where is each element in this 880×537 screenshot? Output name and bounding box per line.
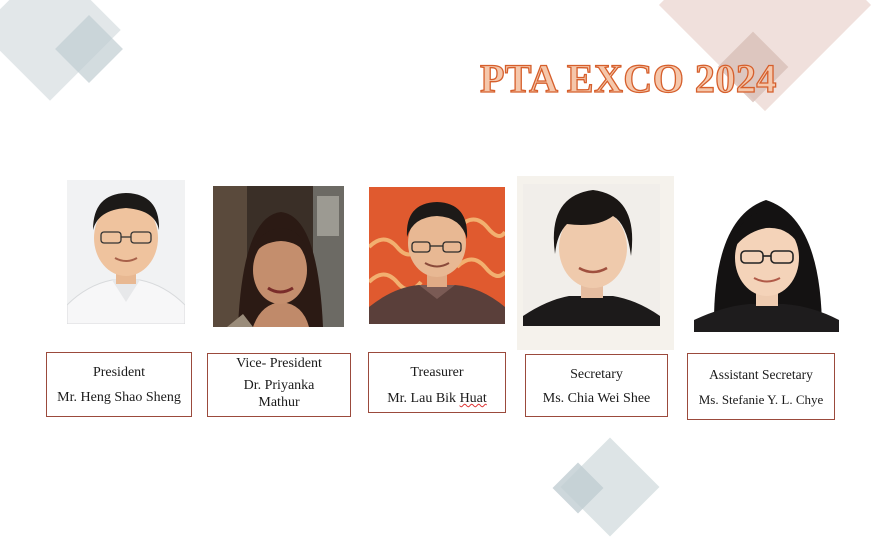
secretary-card: Secretary Ms. Chia Wei Shee xyxy=(525,354,668,417)
president-card: President Mr. Heng Shao Sheng xyxy=(46,352,192,417)
president-photo xyxy=(67,180,185,324)
member-name: Mr. Heng Shao Sheng xyxy=(57,390,181,405)
member-name-part: Mr. Lau Bik xyxy=(387,391,460,406)
assistant-secretary-card: Assistant Secretary Ms. Stefanie Y. L. C… xyxy=(687,353,835,420)
member-name: Dr. Priyanka Mathur xyxy=(243,378,315,410)
vice-president-card: Vice- President Dr. Priyanka Mathur xyxy=(207,353,351,417)
role-label: Secretary xyxy=(570,367,623,382)
member-name: Ms. Chia Wei Shee xyxy=(542,391,651,406)
secretary-photo xyxy=(517,176,674,350)
member-name: Ms. Stefanie Y. L. Chye xyxy=(698,392,824,407)
vice-president-photo xyxy=(213,186,344,327)
role-label: Assistant Secretary xyxy=(709,367,813,382)
treasurer-card: Treasurer Mr. Lau Bik Huat xyxy=(368,352,506,413)
role-label: Treasurer xyxy=(410,365,464,380)
role-label: President xyxy=(92,365,146,380)
assistant-secretary-photo xyxy=(694,188,839,332)
slide-title: PTA EXCO 2024 xyxy=(479,55,777,101)
spellcheck-flagged-word: Huat xyxy=(459,391,487,406)
role-label: Vice- President xyxy=(236,356,322,371)
member-name: Mr. Lau Bik Huat xyxy=(369,390,505,407)
treasurer-photo xyxy=(369,187,505,324)
